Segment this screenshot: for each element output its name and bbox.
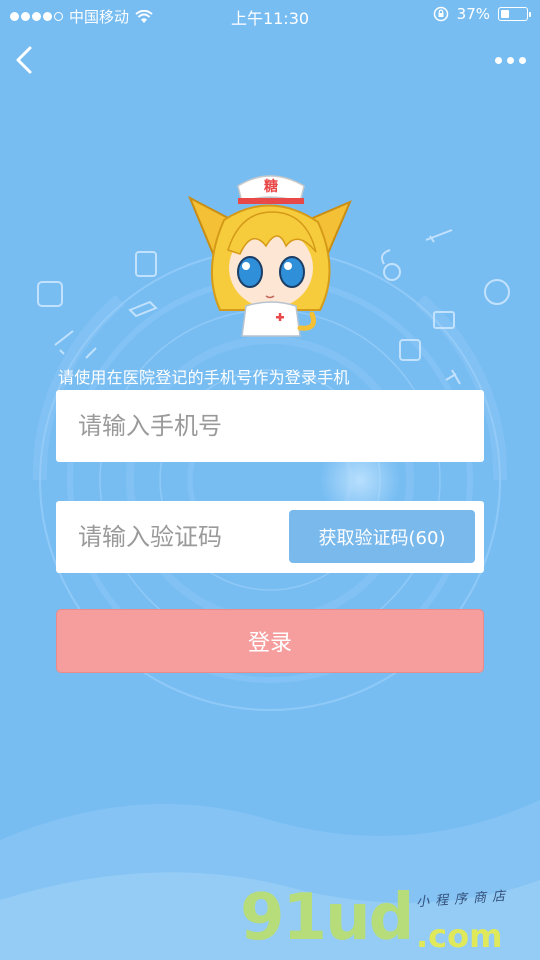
battery-percent: 37% (456, 5, 490, 23)
chevron-left-icon (16, 46, 32, 74)
watermark-brand: 91ud (240, 881, 414, 955)
more-dots-icon (495, 56, 502, 64)
phone-input[interactable] (56, 390, 476, 462)
code-field: 获取验证码(60) (56, 501, 484, 573)
background-decoration (0, 0, 540, 960)
watermark-tagline: 小程序商店 (415, 888, 512, 911)
mascot-illustration: 糖 (180, 160, 360, 340)
login-button[interactable]: 登录 (56, 609, 484, 673)
battery-icon (498, 7, 531, 21)
hat-text: 糖 (264, 178, 278, 195)
rotation-lock-icon (433, 6, 448, 22)
verification-code-input[interactable] (56, 501, 284, 573)
status-bar: 中国移动 上午11:30 37% (0, 0, 540, 30)
more-button[interactable] (486, 48, 526, 72)
watermark-logo: 91ud 小程序商店 .com (240, 880, 540, 960)
watermark-domain: .com (416, 917, 503, 955)
back-button[interactable] (6, 40, 46, 80)
login-hint: 请使用在医院登记的手机号作为登录手机 (58, 368, 350, 387)
status-right: 37% (433, 5, 531, 23)
phone-field (56, 390, 484, 462)
get-code-button[interactable]: 获取验证码(60) (289, 510, 475, 563)
